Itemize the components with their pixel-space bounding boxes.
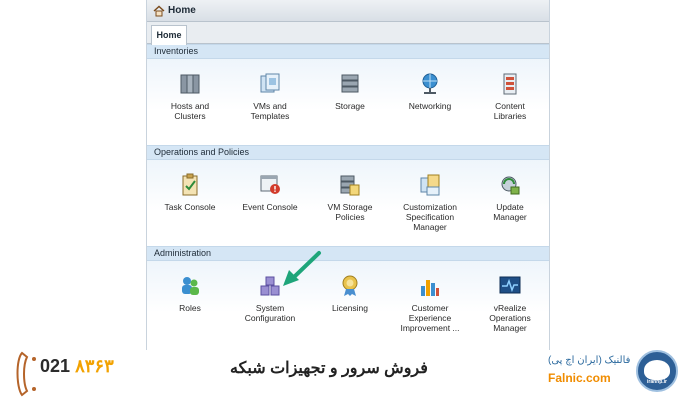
- brand-name-persian: فالنیک (ایران اچ پی): [548, 355, 631, 366]
- item-label: Storage: [335, 101, 365, 111]
- storage-icon: [341, 74, 359, 93]
- event-console-icon: [260, 175, 280, 194]
- item-hosts-and-clusters[interactable]: Hosts and Clusters: [151, 72, 229, 121]
- phone-number: 021 ۸۳۶۳: [40, 356, 114, 377]
- item-label: Customer Experience Improvement ...: [400, 303, 460, 333]
- licensing-icon: [342, 275, 358, 296]
- item-task-console[interactable]: Task Console: [151, 173, 229, 212]
- title-bar: Home: [147, 0, 549, 22]
- hosts-clusters-icon: [180, 74, 200, 94]
- item-label: Event Console: [242, 202, 298, 212]
- item-roles[interactable]: Roles: [151, 274, 229, 313]
- item-storage[interactable]: Storage: [311, 72, 389, 111]
- item-update-manager[interactable]: Update Manager: [471, 173, 549, 222]
- phone-prefix: 021: [40, 356, 71, 376]
- content-libraries-icon: [503, 73, 517, 95]
- brand-name-english: Falnic.com: [548, 371, 611, 385]
- window-title: Home: [168, 5, 196, 16]
- green-arrow-annotation: [283, 251, 321, 286]
- phone-digits: ۸۳۶۳: [75, 356, 114, 376]
- section-header-administration: Administration: [147, 246, 549, 261]
- task-console-icon: [182, 173, 198, 196]
- banner-tagline: فروش سرور و تجهیزات شبکه: [230, 360, 428, 377]
- logo-text: iranhp.ir: [646, 379, 667, 385]
- home-icon: [153, 5, 165, 16]
- section-header-operations-and-policies: Operations and Policies: [147, 145, 549, 160]
- ceip-icon: [421, 280, 439, 296]
- customization-spec-icon: [420, 174, 440, 196]
- item-label: Update Manager: [493, 202, 527, 222]
- vrealize-icon: [499, 276, 521, 294]
- roles-icon: [182, 277, 199, 295]
- section-header-inventories: Inventories: [147, 44, 549, 59]
- item-label: Task Console: [164, 202, 216, 212]
- item-label: Content Libraries: [493, 101, 527, 121]
- item-label: Customization Specification Manager: [403, 202, 457, 232]
- tab-home[interactable]: Home: [151, 25, 187, 45]
- item-customer-experience-improvement[interactable]: Customer Experience Improvement ...: [391, 274, 469, 333]
- brand-logo: iranhp.ir: [636, 350, 678, 392]
- item-label: VM Storage Policies: [327, 202, 373, 222]
- item-vrealize-operations-manager[interactable]: vRealize Operations Manager: [471, 274, 549, 333]
- item-label: VMs and Templates: [250, 101, 290, 121]
- vms-templates-icon: [260, 73, 280, 93]
- update-manager-icon: [501, 176, 520, 195]
- logo-emblem: [644, 360, 670, 380]
- section-administration: Roles System Configuration Licensing Cus…: [147, 261, 549, 347]
- networking-icon: [422, 73, 438, 94]
- item-vms-and-templates[interactable]: VMs and Templates: [231, 72, 309, 121]
- tab-strip: Home: [147, 22, 549, 45]
- vsphere-home-window: Home Home Inventories Hosts and Clusters …: [146, 0, 550, 350]
- section-operations-and-policies: Task Console Event Console VM Storage Pol…: [147, 160, 549, 246]
- item-label: Licensing: [332, 303, 368, 313]
- item-label: Hosts and Clusters: [170, 101, 210, 121]
- item-label: System Configuration: [244, 303, 296, 323]
- system-configuration-icon: [260, 276, 280, 296]
- item-vm-storage-policies[interactable]: VM Storage Policies: [311, 173, 389, 222]
- item-networking[interactable]: Networking: [391, 72, 469, 111]
- item-customization-specification-manager[interactable]: Customization Specification Manager: [391, 173, 469, 232]
- item-event-console[interactable]: Event Console: [231, 173, 309, 212]
- item-content-libraries[interactable]: Content Libraries: [471, 72, 549, 121]
- vm-storage-policies-icon: [340, 175, 360, 196]
- item-label: Networking: [408, 101, 452, 111]
- item-label: Roles: [179, 303, 201, 313]
- section-inventories: Hosts and Clusters VMs and Templates Stora…: [147, 59, 549, 145]
- item-label: vRealize Operations Manager: [489, 303, 531, 333]
